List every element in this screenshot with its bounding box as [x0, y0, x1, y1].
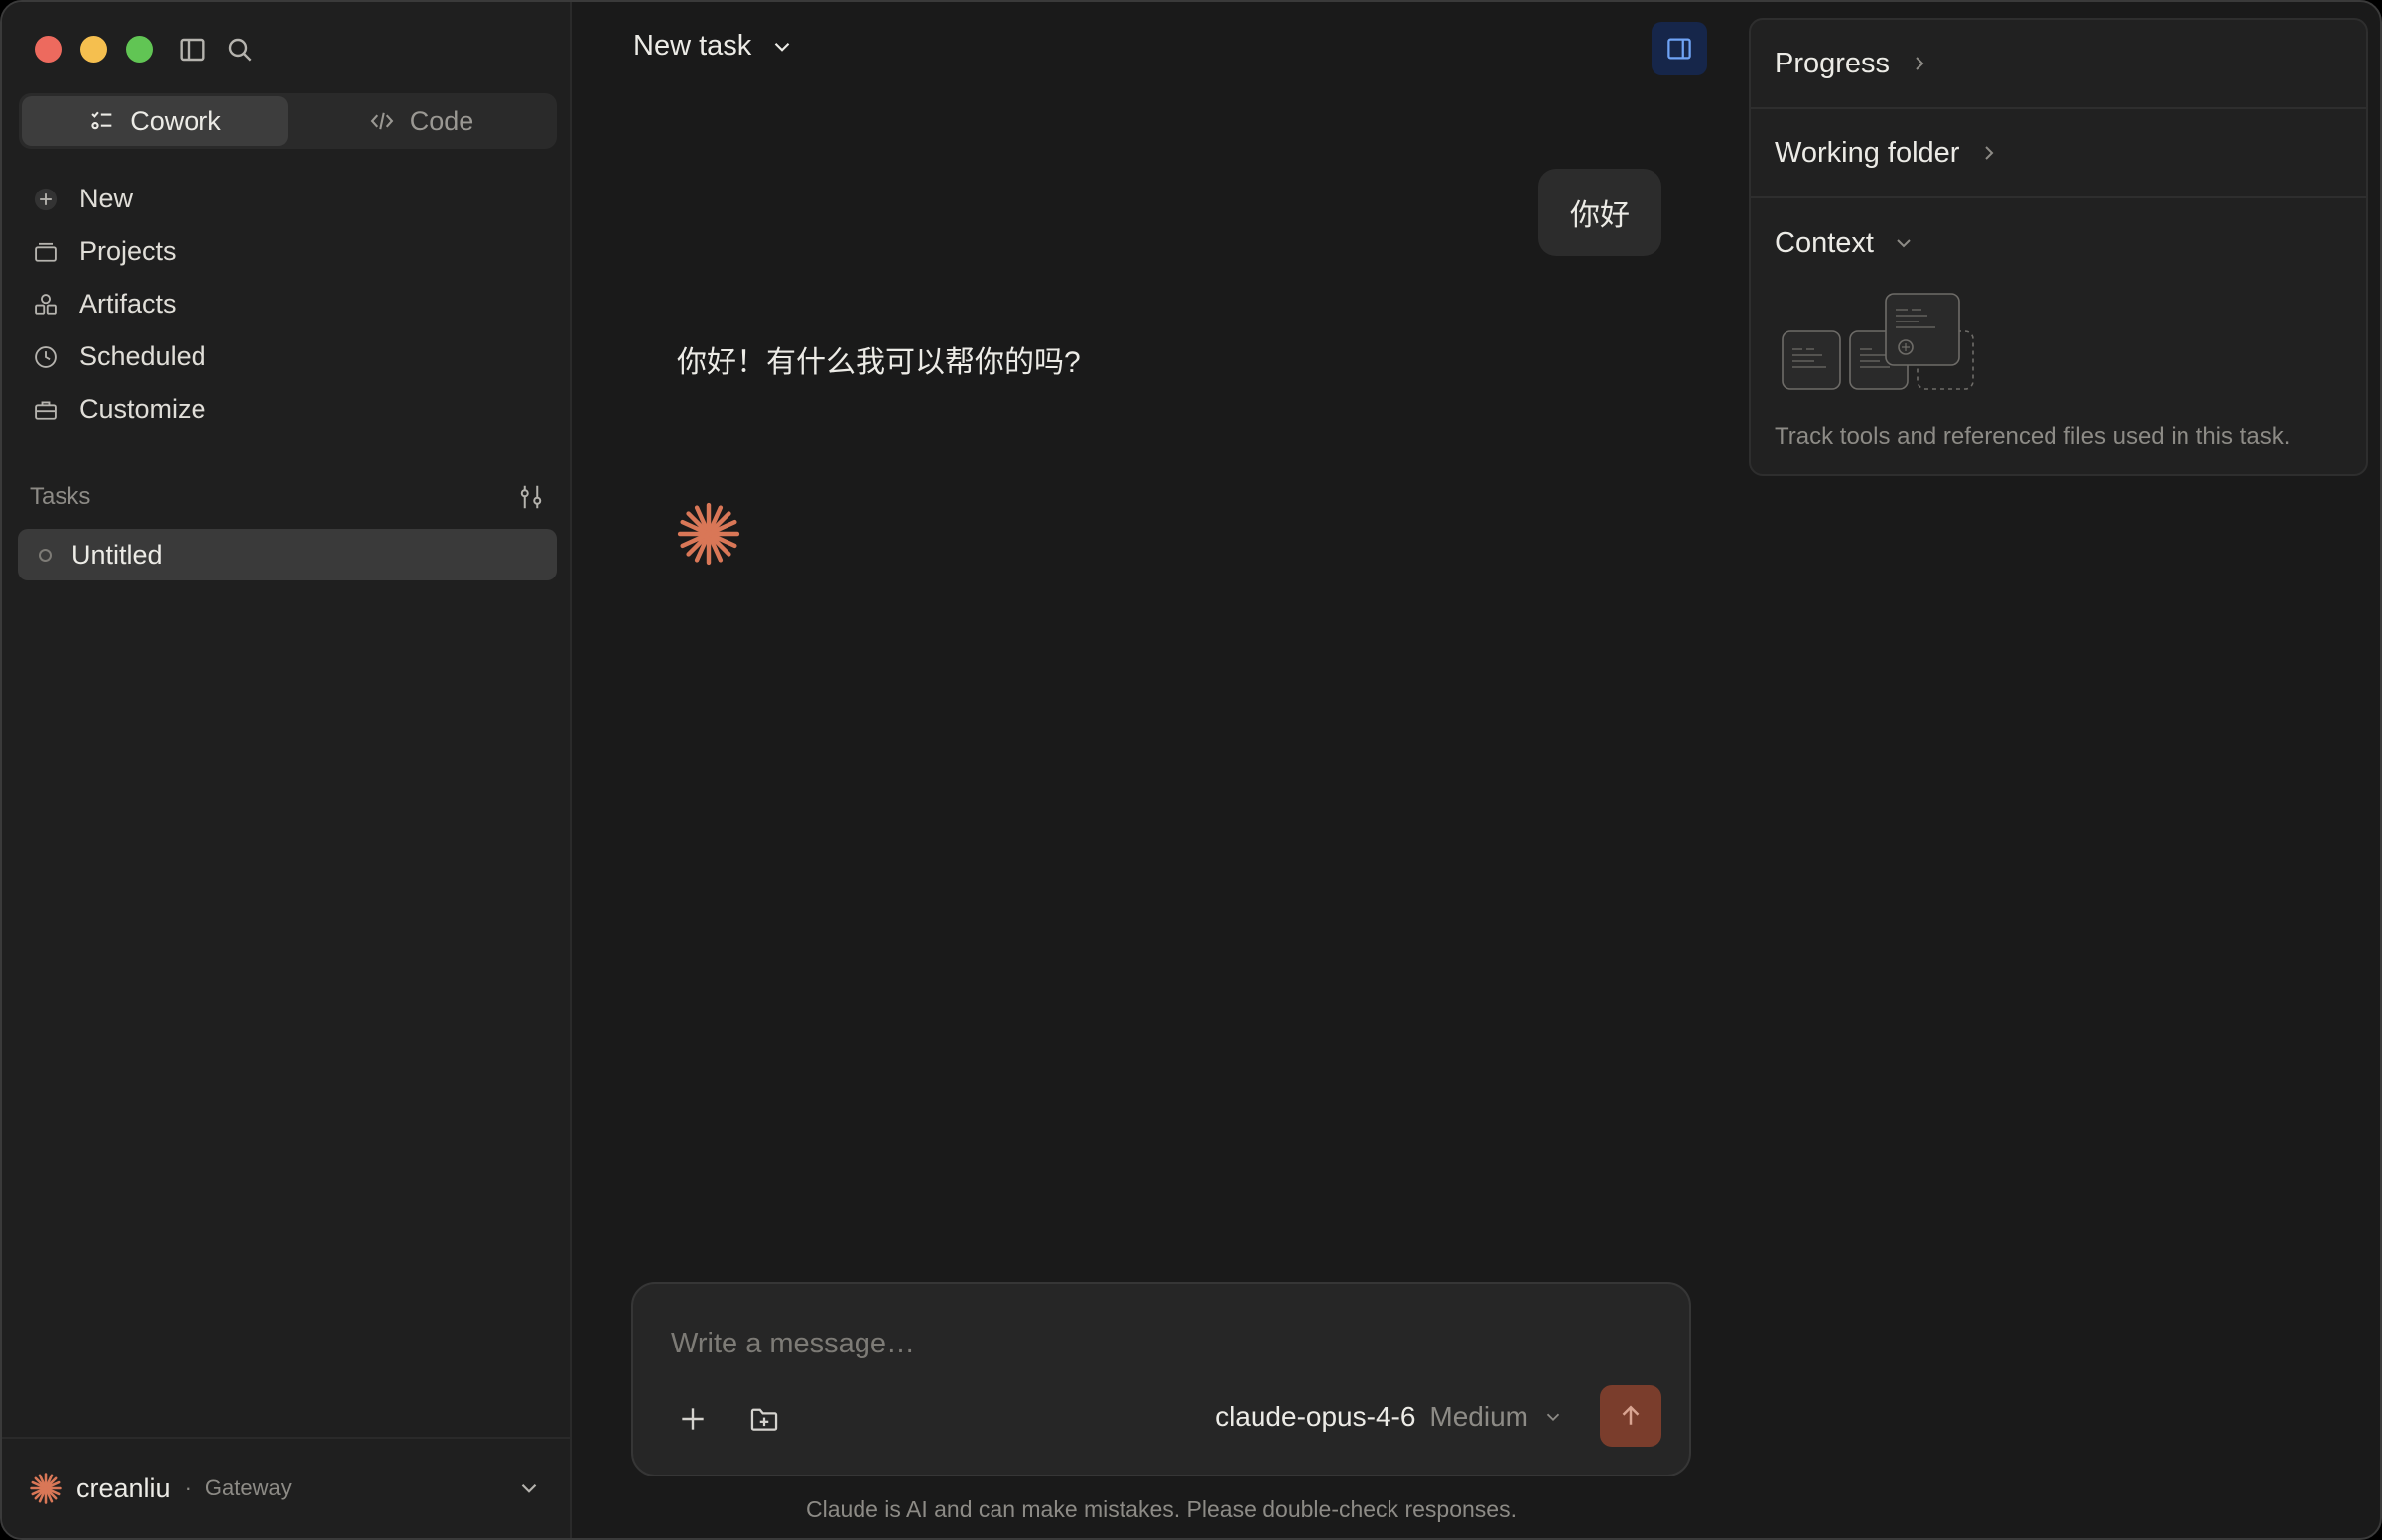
sidebar-item-customize[interactable]: Customize — [19, 383, 557, 436]
section-progress-label: Progress — [1775, 47, 1891, 79]
sidebar-item-projects[interactable]: Projects — [19, 225, 557, 278]
chevron-down-icon — [774, 42, 790, 52]
chevron-down-icon — [1546, 1413, 1560, 1422]
shapes-icon — [35, 293, 57, 315]
task-status-dot — [39, 548, 52, 562]
task-item-label: Untitled — [71, 539, 163, 570]
message-composer: claude-opus-4-6 Medium — [631, 1282, 1691, 1476]
sidebar-item-label: Artifacts — [79, 289, 177, 319]
folder-plus-icon — [750, 1408, 778, 1431]
tasks-heading: Tasks — [30, 483, 91, 510]
message-input[interactable] — [671, 1328, 1564, 1360]
task-item-untitled[interactable]: Untitled — [18, 529, 557, 580]
minimize-window-button[interactable] — [80, 36, 107, 63]
task-title: New task — [633, 30, 752, 62]
claude-spinner-icon — [677, 502, 740, 566]
sidebar-item-new[interactable]: New — [19, 173, 557, 225]
sidebar-item-label: Scheduled — [79, 341, 206, 371]
plus-circle-icon — [34, 188, 58, 210]
panel-right-icon — [1667, 38, 1691, 60]
context-description: Track tools and referenced files used in… — [1775, 423, 2291, 449]
section-context-label: Context — [1775, 226, 1874, 259]
tab-cowork[interactable]: Cowork — [22, 96, 288, 146]
section-working-folder[interactable]: Working folder — [1751, 109, 2366, 198]
close-window-button[interactable] — [35, 36, 62, 63]
sidebar-item-scheduled[interactable]: Scheduled — [19, 330, 557, 383]
task-details-panel: Progress Working folder Context Track to… — [1749, 18, 2368, 476]
folder-icon — [35, 242, 57, 262]
mode-toggle: Cowork Code — [19, 93, 557, 149]
assistant-message: 你好！有什么我可以帮你的吗? — [677, 346, 1081, 379]
briefcase-icon — [35, 400, 57, 420]
chevron-down-icon — [1897, 239, 1911, 248]
sidebar-item-label: Customize — [79, 394, 206, 424]
sidebar-item-label: Projects — [79, 236, 177, 266]
claude-logo-icon — [30, 1473, 62, 1504]
clock-icon — [35, 345, 57, 368]
section-progress[interactable]: Progress — [1751, 20, 2366, 109]
search-icon[interactable] — [224, 34, 256, 65]
tab-cowork-label: Cowork — [130, 105, 221, 136]
tasks-header: Tasks — [30, 482, 546, 512]
add-folder-button[interactable] — [744, 1399, 784, 1439]
section-context[interactable]: Context — [1751, 198, 2366, 288]
model-name: claude-opus-4-6 — [1215, 1401, 1416, 1432]
arrow-up-icon — [1622, 1405, 1640, 1425]
user-message: 你好 — [1538, 169, 1661, 256]
window-controls — [35, 36, 153, 63]
model-effort: Medium — [1429, 1401, 1528, 1432]
user-plan: Gateway — [204, 1476, 292, 1500]
task-title-dropdown[interactable]: New task — [633, 30, 795, 63]
user-sub-separator: · — [184, 1476, 192, 1500]
tab-code[interactable]: Code — [288, 96, 554, 146]
checklist-icon — [91, 111, 112, 130]
sidebar-item-artifacts[interactable]: Artifacts — [19, 278, 557, 330]
section-working-folder-label: Working folder — [1775, 136, 1960, 169]
sidebar-nav: New Projects Artifacts Scheduled Customi… — [19, 173, 557, 436]
disclaimer: Claude is AI and can make mistakes. Plea… — [806, 1496, 1517, 1522]
toggle-right-panel-button[interactable] — [1652, 22, 1707, 75]
user-account-bar[interactable]: creanliu · Gateway — [2, 1437, 570, 1538]
plus-icon — [682, 1408, 704, 1430]
filter-sliders-icon[interactable] — [516, 482, 546, 512]
tab-code-label: Code — [409, 105, 474, 136]
context-files-illustration — [1782, 293, 1974, 390]
sidebar-item-label: New — [79, 184, 134, 213]
user-name: creanliu — [76, 1473, 171, 1503]
sidebar: Cowork Code New Projects Artifacts Sched… — [2, 2, 572, 1538]
app-window: Cowork Code New Projects Artifacts Sched… — [0, 0, 2382, 1540]
code-icon — [370, 112, 394, 130]
sidebar-toggle-icon[interactable] — [177, 34, 208, 65]
chevron-down-icon[interactable] — [516, 1476, 542, 1501]
model-selector[interactable]: claude-opus-4-6 Medium — [1215, 1401, 1564, 1433]
chevron-right-icon — [1985, 146, 1994, 160]
chevron-right-icon — [1916, 57, 1924, 70]
maximize-window-button[interactable] — [126, 36, 153, 63]
send-button[interactable] — [1600, 1385, 1661, 1447]
add-attachment-button[interactable] — [673, 1399, 713, 1439]
